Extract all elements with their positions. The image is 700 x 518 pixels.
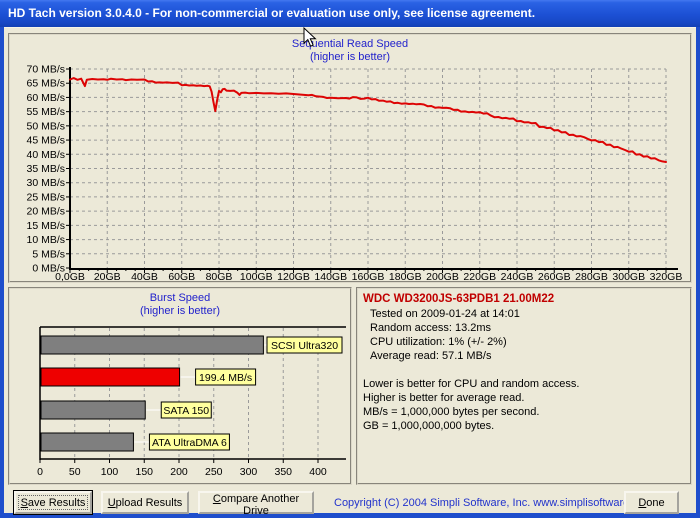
drive-info-panel: WDC WD3200JS-63PDB1 21.00M22 Tested on 2…	[356, 287, 692, 485]
svg-text:35 MB/s: 35 MB/s	[26, 163, 65, 175]
svg-text:160GB: 160GB	[352, 271, 385, 281]
burst-bar	[40, 400, 146, 420]
burst-speed-plot: 0 50 100 150 200 250 300 350 400 SCSI Ultra320 199…	[37, 326, 346, 478]
burst-bar	[40, 367, 181, 387]
bar-label-text: SCSI Ultra320	[271, 340, 338, 352]
burst-speed-panel: Burst Speed (higher is better) 0 50 100 150…	[8, 287, 352, 485]
svg-text:50: 50	[69, 466, 81, 478]
svg-text:400: 400	[309, 466, 327, 478]
svg-text:10 MB/s: 10 MB/s	[26, 234, 65, 246]
svg-text:55 MB/s: 55 MB/s	[26, 106, 65, 118]
svg-text:5 MB/s: 5 MB/s	[32, 248, 65, 260]
compare-another-drive-button[interactable]: Compare Another Drive	[198, 491, 314, 517]
svg-text:280GB: 280GB	[575, 271, 608, 281]
done-button[interactable]: Done	[624, 491, 679, 514]
sequential-read-chart: 0 MB/s 5 MB/s 10 MB/s 15 MB/s 20 MB/s 25 MB/s…	[10, 64, 690, 284]
svg-text:320GB: 320GB	[650, 271, 683, 281]
drive-name: WDC WD3200JS-63PDB1 21.00M22	[363, 293, 555, 305]
svg-text:25 MB/s: 25 MB/s	[26, 191, 65, 203]
sequential-read-panel: Sequential Read Speed (higher is better)…	[8, 33, 692, 283]
svg-text:40GB: 40GB	[131, 271, 158, 281]
burst-chart-title: Burst Speed	[149, 292, 211, 304]
svg-text:200: 200	[170, 466, 188, 478]
svg-text:45 MB/s: 45 MB/s	[26, 135, 65, 147]
note-gb-definition: GB = 1,000,000,000 bytes.	[363, 420, 495, 432]
svg-text:60GB: 60GB	[168, 271, 195, 281]
bar-label-text: 199.4 MB/s	[199, 372, 252, 384]
upload-results-button[interactable]: Upload Results	[101, 491, 189, 514]
svg-text:220GB: 220GB	[463, 271, 496, 281]
bar-label-text: SATA 150	[163, 405, 209, 417]
svg-text:250: 250	[205, 466, 223, 478]
svg-text:150: 150	[135, 466, 153, 478]
svg-text:65 MB/s: 65 MB/s	[26, 78, 65, 90]
bar-label-text: ATA UltraDMA 6	[152, 437, 227, 449]
svg-text:15 MB/s: 15 MB/s	[26, 220, 65, 232]
info-average-read: Average read: 57.1 MB/s	[370, 350, 492, 362]
sequential-chart-subtitle: (higher is better)	[309, 51, 391, 63]
note-higher-better: Higher is better for average read.	[363, 392, 525, 404]
burst-speed-chart: 0 50 100 150 200 250 300 350 400 SCSI Ultra320 199…	[10, 319, 350, 483]
svg-text:260GB: 260GB	[538, 271, 571, 281]
svg-text:60 MB/s: 60 MB/s	[26, 92, 65, 104]
svg-text:240GB: 240GB	[501, 271, 534, 281]
note-mbs-definition: MB/s = 1,000,000 bytes per second.	[363, 406, 540, 418]
svg-text:120GB: 120GB	[277, 271, 310, 281]
svg-text:100: 100	[101, 466, 119, 478]
svg-text:180GB: 180GB	[389, 271, 422, 281]
svg-text:0,0GB: 0,0GB	[55, 271, 85, 281]
svg-text:80GB: 80GB	[206, 271, 233, 281]
svg-text:350: 350	[274, 466, 292, 478]
svg-text:200GB: 200GB	[426, 271, 459, 281]
note-lower-better: Lower is better for CPU and random acces…	[363, 378, 580, 390]
sequential-read-plot: 0 MB/s5 MB/s10 MB/s15 MB/s20 MB/s25 MB/s…	[26, 64, 683, 284]
burst-bar	[40, 335, 264, 355]
svg-text:30 MB/s: 30 MB/s	[26, 177, 65, 189]
svg-text:50 MB/s: 50 MB/s	[26, 120, 65, 132]
svg-text:40 MB/s: 40 MB/s	[26, 149, 65, 161]
info-tested-on: Tested on 2009-01-24 at 14:01	[370, 308, 520, 320]
svg-text:20GB: 20GB	[94, 271, 121, 281]
client-area: Sequential Read Speed (higher is better)…	[4, 27, 696, 517]
svg-text:0: 0	[37, 466, 43, 478]
burst-bar	[40, 432, 134, 452]
app-window: HD Tach version 3.0.4.0 - For non-commer…	[0, 0, 700, 518]
info-random-access: Random access: 13.2ms	[370, 322, 492, 334]
title-bar[interactable]: HD Tach version 3.0.4.0 - For non-commer…	[0, 0, 700, 27]
burst-chart-subtitle: (higher is better)	[139, 305, 221, 317]
window-title: HD Tach version 3.0.4.0 - For non-commer…	[8, 6, 536, 20]
svg-text:70 MB/s: 70 MB/s	[26, 65, 65, 76]
info-cpu-utilization: CPU utilization: 1% (+/- 2%)	[370, 336, 507, 348]
mouse-cursor-icon	[303, 27, 317, 47]
svg-text:100GB: 100GB	[240, 271, 273, 281]
save-results-button[interactable]: Save Results	[14, 491, 92, 514]
svg-text:140GB: 140GB	[314, 271, 347, 281]
svg-text:300GB: 300GB	[612, 271, 645, 281]
copyright-text: Copyright (C) 2004 Simpli Software, Inc.…	[334, 497, 654, 509]
svg-text:300: 300	[240, 466, 258, 478]
sequential-chart-title: Sequential Read Speed	[291, 38, 409, 50]
svg-text:20 MB/s: 20 MB/s	[26, 206, 65, 218]
